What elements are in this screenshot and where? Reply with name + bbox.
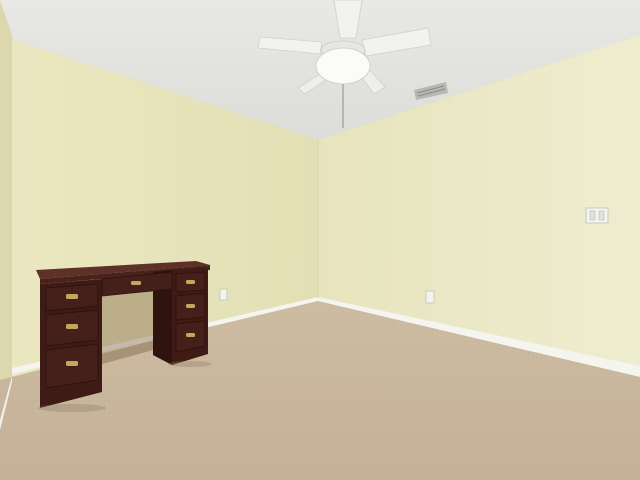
outlet-right: [425, 290, 435, 304]
drawer-handle: [186, 280, 195, 284]
drawer-handle: [66, 324, 78, 329]
drawer-handle: [186, 333, 195, 337]
empty-bedroom-scene: [0, 0, 640, 480]
desk-shadow: [38, 404, 106, 412]
drawer-handle: [131, 281, 141, 285]
left-edge-wall: [0, 0, 12, 420]
drawer-handle: [66, 294, 78, 299]
fan-light-globe: [315, 47, 371, 85]
desk-shadow: [168, 361, 212, 367]
light-switch: [585, 207, 609, 224]
outlet-left: [219, 288, 228, 301]
drawer-handle: [186, 304, 195, 308]
drawer-handle: [66, 361, 78, 366]
